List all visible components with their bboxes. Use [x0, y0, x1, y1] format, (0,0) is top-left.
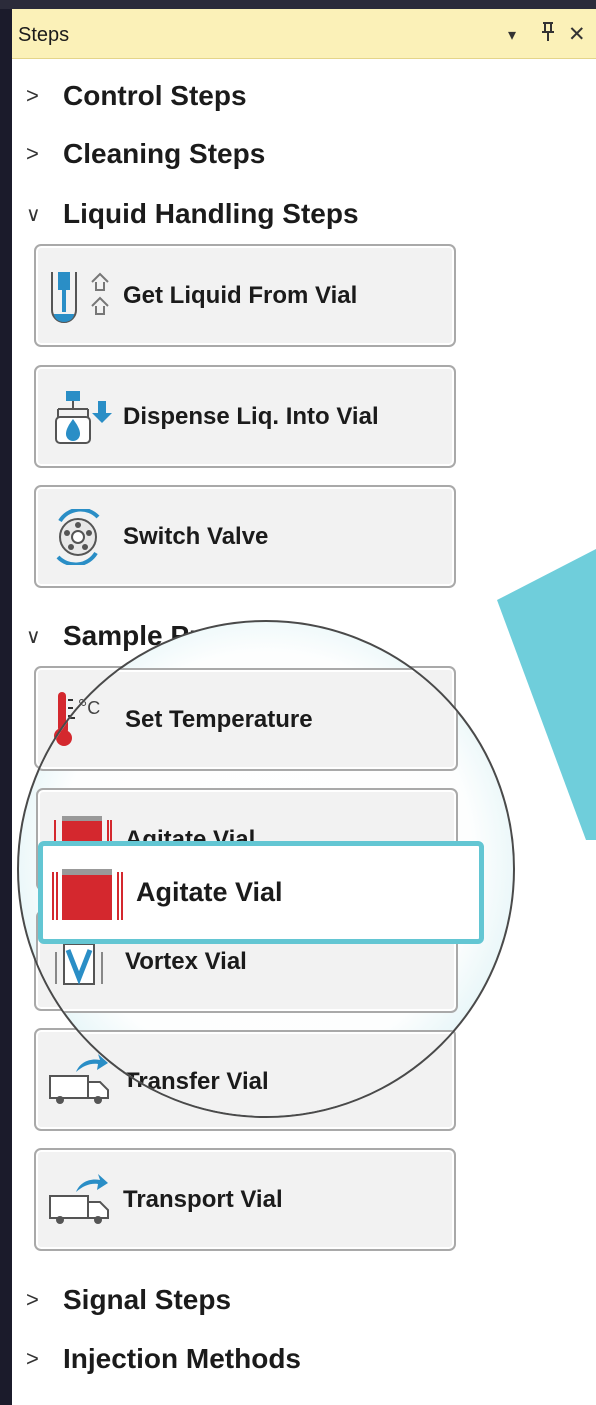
valve-icon	[56, 509, 100, 565]
step-label: Set Temperature	[125, 705, 313, 733]
window-top-border	[0, 0, 596, 9]
step-label: Dispense Liq. Into Vial	[123, 402, 379, 430]
category-control-steps[interactable]: > Control Steps	[26, 76, 247, 116]
window-left-border	[0, 0, 12, 1405]
category-signal-steps[interactable]: > Signal Steps	[26, 1280, 231, 1320]
category-label: Cleaning Steps	[63, 138, 266, 169]
dispense-icon	[55, 391, 112, 444]
agitate-icon	[52, 869, 123, 920]
chevron-down-icon: ∨	[26, 203, 41, 226]
step-label: Transfer Vial	[125, 1067, 269, 1095]
close-icon[interactable]: ✕	[568, 22, 586, 47]
chevron-right-icon: >	[26, 141, 39, 166]
magnified-step-transfer-vial: Transfer Vial	[36, 1030, 458, 1116]
chevron-down-icon[interactable]: ▾	[508, 25, 516, 45]
category-label: Signal Steps	[63, 1284, 232, 1315]
chevron-right-icon: >	[26, 83, 39, 108]
step-dispense-liq-into-vial[interactable]: Dispense Liq. Into Vial	[34, 365, 456, 468]
truck-icon	[49, 1174, 109, 1224]
step-get-liquid-from-vial[interactable]: Get Liquid From Vial	[34, 244, 456, 347]
category-label: Control Steps	[63, 80, 247, 111]
category-label: Liquid Handling Steps	[63, 198, 359, 229]
chevron-right-icon: >	[26, 1287, 39, 1312]
svg-text:°C: °C	[80, 698, 100, 718]
chevron-right-icon: >	[26, 1346, 39, 1371]
category-injection-methods[interactable]: > Injection Methods	[26, 1339, 301, 1379]
category-label: Injection Methods	[63, 1343, 301, 1374]
truck-icon	[51, 1056, 111, 1106]
step-label: Agitate Vial	[136, 877, 283, 907]
category-cleaning-steps[interactable]: > Cleaning Steps	[26, 134, 265, 174]
category-liquid-handling-steps[interactable]: ∨ Liquid Handling Steps	[26, 194, 359, 234]
step-transport-vial[interactable]: Transport Vial	[34, 1148, 456, 1251]
step-label: Switch Valve	[123, 522, 269, 550]
thermometer-icon: °C	[56, 694, 100, 746]
step-label: Transport Vial	[123, 1185, 283, 1213]
highlighted-step-agitate-vial[interactable]: Agitate Vial	[38, 841, 484, 944]
panel-title: Steps	[18, 24, 70, 46]
panel-titlebar: Steps ▾ ✕	[12, 9, 596, 59]
pin-icon[interactable]	[540, 22, 556, 48]
syringe-up-icon	[51, 272, 109, 323]
magnified-step-set-temperature: °C Set Temperature	[36, 668, 458, 771]
step-switch-valve[interactable]: Switch Valve	[34, 485, 456, 588]
step-label: Get Liquid From Vial	[123, 281, 358, 309]
